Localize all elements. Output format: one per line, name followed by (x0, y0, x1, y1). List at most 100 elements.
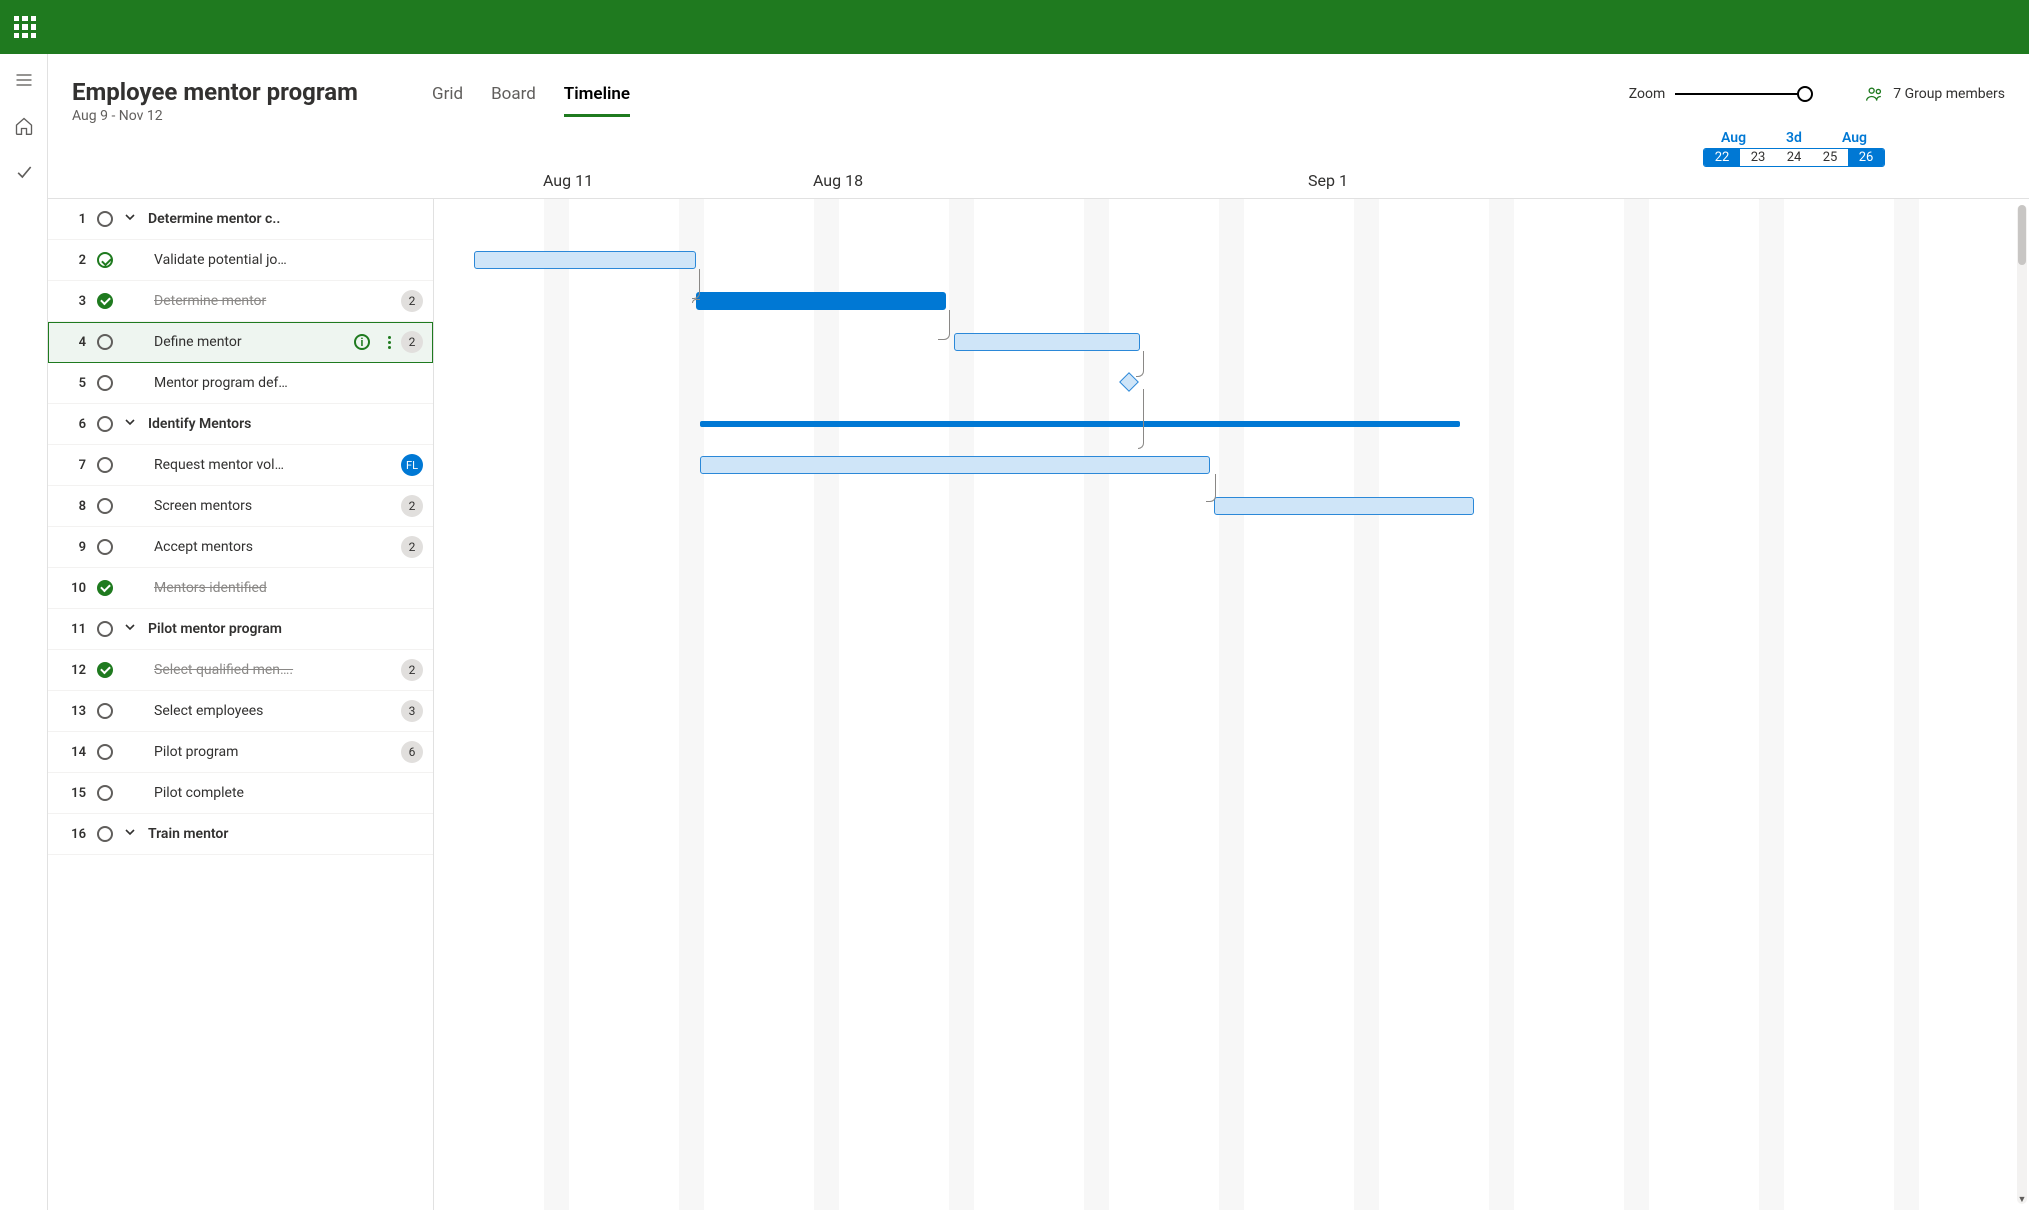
status-icon[interactable] (96, 333, 114, 351)
task-name: Determine mentor c.. (148, 211, 433, 227)
tab-grid[interactable]: Grid (432, 84, 463, 117)
home-icon[interactable] (8, 110, 40, 142)
task-row[interactable]: 15 Pilot complete (48, 773, 433, 814)
row-number: 14 (66, 745, 86, 760)
scrollbar-vertical[interactable]: ▲ ▼ (2017, 205, 2027, 1204)
header: Employee mentor program Aug 9 - Nov 12 G… (48, 54, 2029, 124)
status-icon[interactable] (96, 251, 114, 269)
date-overview-label: Aug (1842, 130, 1867, 146)
zoom-control: Zoom (1629, 84, 1806, 104)
group-members-label: 7 Group members (1893, 86, 2005, 102)
task-name: Pilot complete (154, 785, 433, 801)
row-number: 3 (66, 294, 86, 309)
gantt-bar[interactable] (696, 292, 946, 310)
more-icon[interactable] (388, 336, 391, 349)
task-name: Validate potential jo… (154, 252, 433, 268)
task-name: Select employees (154, 703, 391, 719)
page-subtitle: Aug 9 - Nov 12 (72, 108, 372, 124)
date-overview-label: 3d (1786, 130, 1802, 146)
task-row[interactable]: 7 Request mentor vol… FL (48, 445, 433, 486)
task-row[interactable]: 12 Select qualified men…. 2 (48, 650, 433, 691)
status-icon[interactable] (96, 374, 114, 392)
timeline-date-header: Aug 11 Aug 18 Sep 1 (48, 165, 2029, 199)
status-icon[interactable] (96, 661, 114, 679)
row-number: 10 (66, 581, 86, 596)
date-overview-label: Aug (1721, 130, 1746, 146)
task-row[interactable]: 11Pilot mentor program (48, 609, 433, 650)
info-icon[interactable]: i (354, 334, 370, 350)
task-name: Determine mentor (154, 293, 391, 309)
task-row[interactable]: 2Validate potential jo… (48, 240, 433, 281)
count-badge: 2 (401, 290, 423, 312)
task-row[interactable]: 5Mentor program def… (48, 363, 433, 404)
gantt-bar[interactable] (474, 251, 696, 269)
task-name: Pilot mentor program (148, 621, 433, 637)
row-number: 1 (66, 212, 86, 227)
status-icon[interactable] (96, 538, 114, 556)
task-name: Select qualified men…. (154, 662, 391, 678)
row-number: 9 (66, 540, 86, 555)
task-row[interactable]: 10 Mentors identified (48, 568, 433, 609)
count-badge: 3 (401, 700, 423, 722)
count-badge: 6 (401, 741, 423, 763)
row-number: 7 (66, 458, 86, 473)
check-icon[interactable] (8, 156, 40, 188)
task-row[interactable]: 6 Identify Mentors (48, 404, 433, 445)
gantt-bar[interactable] (954, 333, 1140, 351)
zoom-slider[interactable] (1675, 84, 1805, 104)
status-icon[interactable] (96, 620, 114, 638)
status-icon[interactable] (96, 702, 114, 720)
zoom-label: Zoom (1629, 86, 1666, 102)
task-row[interactable]: 13 Select employees 3 (48, 691, 433, 732)
task-name: Accept mentors (154, 539, 391, 555)
status-icon[interactable] (96, 210, 114, 228)
task-name: Pilot program (154, 744, 391, 760)
row-number: 12 (66, 663, 86, 678)
count-badge: 2 (401, 495, 423, 517)
chevron-down-icon[interactable] (124, 621, 138, 637)
status-icon[interactable] (96, 456, 114, 474)
chevron-down-icon[interactable] (124, 416, 138, 432)
task-row[interactable]: 1 Determine mentor c.. (48, 199, 433, 240)
status-icon[interactable] (96, 497, 114, 515)
status-icon[interactable] (96, 743, 114, 761)
gantt-chart[interactable]: ▲ ▼ (434, 199, 2029, 1210)
task-name: Mentor program def… (154, 375, 433, 391)
row-number: 4 (66, 335, 86, 350)
date-overview: Aug 3d Aug 22 23 24 25 26 (48, 124, 2029, 167)
task-row[interactable]: 3 Determine mentor 2 (48, 281, 433, 322)
chevron-down-icon[interactable] (124, 826, 138, 842)
status-icon[interactable] (96, 784, 114, 802)
status-icon[interactable] (96, 825, 114, 843)
task-list: 1Determine mentor c..2Validate potential… (48, 199, 434, 1210)
gantt-bar[interactable] (1214, 497, 1474, 515)
task-row[interactable]: 4Define mentori2 (48, 322, 433, 363)
row-number: 16 (66, 827, 86, 842)
task-row[interactable]: 16Train mentor (48, 814, 433, 855)
task-row[interactable]: 14 Pilot program 6 (48, 732, 433, 773)
status-icon[interactable] (96, 292, 114, 310)
chevron-down-icon[interactable] (124, 211, 138, 227)
task-name: Mentors identified (154, 580, 433, 596)
gantt-bar[interactable] (700, 456, 1210, 474)
row-number: 15 (66, 786, 86, 801)
row-number: 13 (66, 704, 86, 719)
status-icon[interactable] (96, 415, 114, 433)
group-members[interactable]: 7 Group members (1865, 84, 2005, 104)
gantt-summary-bar[interactable] (700, 421, 1460, 427)
task-row[interactable]: 9Accept mentors2 (48, 527, 433, 568)
people-icon (1865, 84, 1885, 104)
left-rail (0, 54, 48, 1210)
count-badge: 2 (401, 659, 423, 681)
tab-board[interactable]: Board (491, 84, 536, 117)
status-icon[interactable] (96, 579, 114, 597)
tab-timeline[interactable]: Timeline (564, 84, 630, 117)
app-launcher-icon[interactable] (14, 16, 36, 38)
row-number: 6 (66, 417, 86, 432)
count-badge: 2 (401, 331, 423, 353)
task-name: Request mentor vol… (154, 457, 391, 473)
task-name: Identify Mentors (148, 416, 433, 432)
task-row[interactable]: 8Screen mentors2 (48, 486, 433, 527)
menu-icon[interactable] (8, 64, 40, 96)
avatar[interactable]: FL (401, 454, 423, 476)
